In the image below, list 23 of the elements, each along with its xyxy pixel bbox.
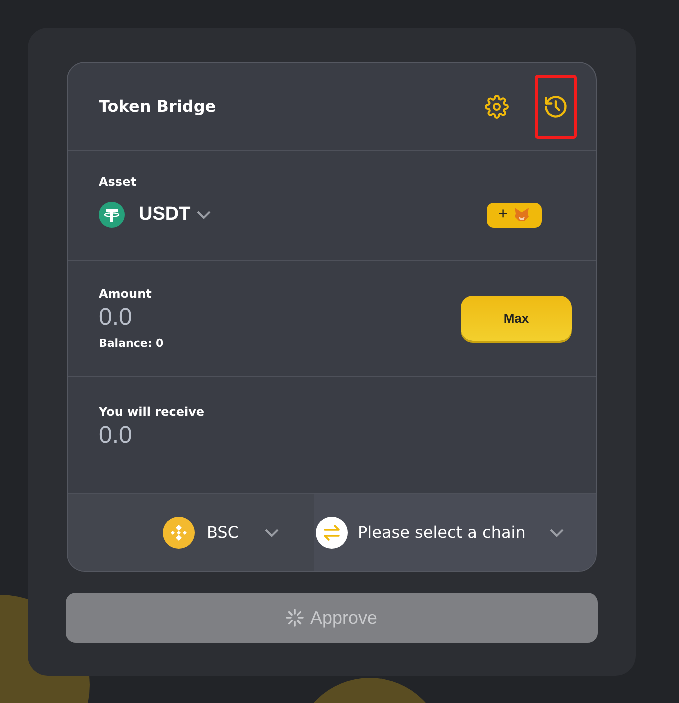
balance-text: Balance: 0 <box>99 337 165 350</box>
asset-label: Asset <box>99 175 138 189</box>
fox-icon <box>514 208 530 222</box>
max-button[interactable]: Max <box>461 296 572 341</box>
amount-input[interactable]: 0.0 <box>99 303 219 333</box>
chevron-down-icon <box>265 528 280 536</box>
token-selector[interactable]: USDT <box>99 202 211 228</box>
swap-arrows-icon <box>316 516 348 548</box>
chain-selector[interactable]: BSC <box>68 494 314 571</box>
card-title: Token Bridge <box>99 97 216 116</box>
history-icon <box>543 94 569 120</box>
history-button[interactable] <box>535 74 577 138</box>
chevron-down-icon <box>550 528 564 536</box>
binance-icon <box>162 516 195 548</box>
chevron-down-icon <box>196 211 211 219</box>
amount-label: Amount <box>99 287 153 301</box>
receive-label: You will receive <box>99 405 206 419</box>
tether-icon <box>99 202 125 228</box>
chain-selector[interactable]: Please select a chain <box>314 494 596 571</box>
spinner-icon <box>286 609 304 627</box>
add-to-wallet-button[interactable]: + <box>486 202 542 228</box>
receive-amount: 0.0 <box>99 421 134 451</box>
settings-icon[interactable] <box>485 94 509 118</box>
